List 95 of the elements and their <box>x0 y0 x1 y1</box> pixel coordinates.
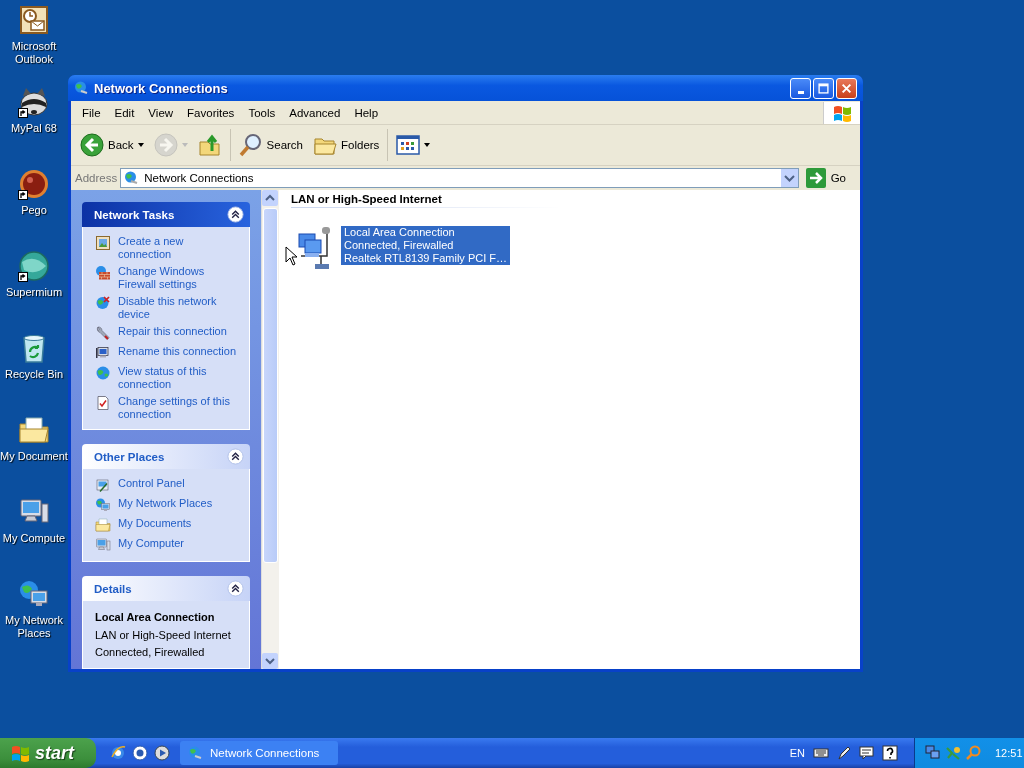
speech-balloon-icon[interactable] <box>859 745 875 761</box>
framed-picture-icon <box>95 235 111 251</box>
desktop-icon-label[interactable]: Microsoft Outlook <box>0 40 68 66</box>
task-link[interactable]: Change settings of this connection <box>118 395 239 421</box>
toolbar-button[interactable]: Search <box>233 131 308 159</box>
desktop-icon-label[interactable]: My Network Places <box>0 614 68 640</box>
menu-item[interactable]: File <box>75 106 108 119</box>
help-icon[interactable] <box>882 745 898 761</box>
network-computers-icon[interactable] <box>925 745 941 761</box>
scroll-bar[interactable] <box>261 190 279 669</box>
panel-header[interactable]: Details <box>82 576 250 601</box>
flag-logo-icon <box>10 743 30 763</box>
collapse-icon[interactable] <box>227 206 244 223</box>
window-title: Network Connections <box>94 80 229 96</box>
start-button[interactable]: start <box>0 738 96 768</box>
minimize-button[interactable] <box>790 77 811 99</box>
caret-icon <box>181 143 188 147</box>
network-computer-icon <box>95 497 111 513</box>
menu-item[interactable]: View <box>141 106 181 119</box>
search-icon <box>238 133 263 157</box>
desktop-icon-label[interactable]: My Document <box>0 450 68 463</box>
taskbar-button[interactable]: Network Connections <box>180 741 338 765</box>
task-link[interactable]: Change Windows Firewall settings <box>118 265 239 291</box>
close-button[interactable] <box>836 77 857 99</box>
globe-icon[interactable] <box>18 250 50 282</box>
desktop-icon-label[interactable]: My Compute <box>0 532 68 545</box>
globe-cross-icon <box>95 295 111 311</box>
shortcut-arrow-icon <box>18 108 28 118</box>
mail-icon[interactable] <box>18 4 50 36</box>
shortcut-arrow-icon <box>18 272 28 282</box>
folder-icon[interactable] <box>18 414 50 446</box>
panel-header[interactable]: Network Tasks <box>82 202 250 227</box>
language-indicator[interactable]: EN <box>789 747 805 759</box>
up-folder-icon <box>197 133 222 157</box>
keyboard-icon[interactable] <box>813 745 829 761</box>
collapse-icon[interactable] <box>227 448 244 465</box>
menu-item[interactable]: Tools <box>241 106 283 119</box>
network-icon <box>74 80 90 96</box>
pen-icon[interactable] <box>836 745 852 761</box>
desktop-icon-label[interactable]: MyPal 68 <box>0 122 68 135</box>
media-player-icon[interactable] <box>154 745 170 761</box>
folder-icon <box>95 517 111 533</box>
scroll-down-button[interactable] <box>262 653 278 669</box>
caret-icon <box>137 143 144 147</box>
minimize-icon <box>797 90 804 94</box>
computer-icon <box>95 537 111 553</box>
ball-icon[interactable] <box>18 168 50 200</box>
network-icon <box>188 745 204 761</box>
views-icon <box>396 133 421 157</box>
browser-icon[interactable] <box>110 745 126 761</box>
desktop-icon-label[interactable]: Recycle Bin <box>0 368 68 381</box>
app-icon[interactable] <box>132 745 148 761</box>
maximize-button[interactable] <box>813 77 834 99</box>
close-icon <box>841 82 852 94</box>
arrow-icon <box>805 168 826 188</box>
menu-item[interactable]: Help <box>347 106 386 119</box>
task-link[interactable]: Create a new connection <box>118 235 239 261</box>
document-check-icon <box>95 395 111 411</box>
toolbar-button[interactable]: Back <box>75 131 149 159</box>
monitor-icon <box>95 345 111 361</box>
details-text: Connected, Firewalled <box>95 645 206 660</box>
task-link[interactable]: Repair this connection <box>118 325 227 338</box>
cursor-icon <box>285 246 297 266</box>
menu-item[interactable]: Advanced <box>282 106 348 119</box>
scroll-thumb[interactable] <box>263 208 278 563</box>
task-link[interactable]: Disable this network device <box>118 295 239 321</box>
shortcut-arrow-icon <box>18 190 28 200</box>
panel-header[interactable]: Other Places <box>82 444 250 469</box>
control-panel-icon <box>95 477 111 493</box>
address-label: Address <box>75 172 118 184</box>
collapse-icon[interactable] <box>227 580 244 597</box>
desktop-icon-label[interactable]: Supermium <box>0 286 68 299</box>
toolbar-button[interactable]: Folders <box>308 131 385 159</box>
task-link[interactable]: My Network Places <box>118 497 213 510</box>
menu-item[interactable]: Favorites <box>180 106 242 119</box>
menu-item[interactable]: Edit <box>107 106 142 119</box>
scroll-up-button[interactable] <box>262 190 278 206</box>
task-link[interactable]: Control Panel <box>118 477 185 490</box>
task-link[interactable]: Rename this connection <box>118 345 236 358</box>
details-text: LAN or High-Speed Internet <box>95 628 232 643</box>
animal-head-icon[interactable] <box>18 86 50 118</box>
task-link[interactable]: My Computer <box>118 537 185 550</box>
group-heading: LAN or High-Speed Internet <box>291 193 443 207</box>
address-field[interactable]: Network Connections <box>120 168 799 188</box>
caret-icon <box>424 143 431 147</box>
globe-icon <box>95 365 111 381</box>
wrench-icon <box>95 325 111 341</box>
maximize-icon <box>818 82 829 94</box>
brick-wall-icon <box>95 265 111 281</box>
task-link[interactable]: View status of this connection <box>118 365 239 391</box>
go-button[interactable]: Go <box>801 168 856 188</box>
desktop-icon-label[interactable]: Pego <box>0 204 68 217</box>
connection-label[interactable]: Local Area Connection Connected, Firewalled Realtek RTL8139 Family PCI F… <box>341 226 511 265</box>
task-link[interactable]: My Documents <box>118 517 192 530</box>
details-name: Local Area Connection <box>95 611 216 623</box>
